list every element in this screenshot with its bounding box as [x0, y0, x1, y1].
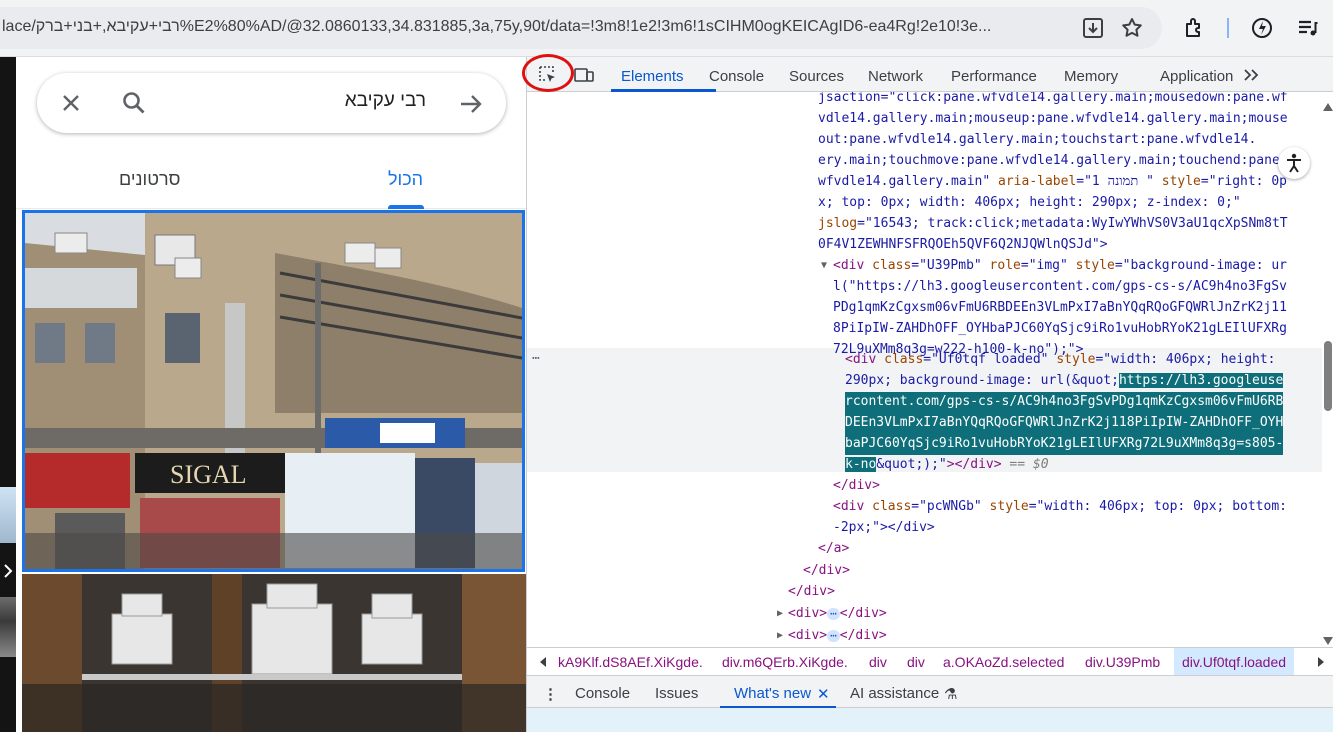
code-line: x; top: 0px; width: 406px; height: 290px… [818, 195, 1241, 210]
selected-code-line[interactable]: baPJC60YqSjc9iRo1vuHobRYoK21gLEIlUFXRg72… [845, 434, 1284, 455]
selected-code-line[interactable]: rcontent.com/gps-cs-s/AC9h4no3FgSvPDg1qm… [845, 392, 1284, 413]
chevron-left-icon[interactable] [537, 655, 549, 669]
tab-videos[interactable]: סרטונים [119, 169, 180, 190]
browser-toolbar: lace/רבי+עקיבא,+בני+ברק%E2%80%AD/@32.086… [0, 0, 1333, 57]
elements-tree[interactable]: ⋯ jsaction="click:pane.wfvdle14.gallery.… [527, 92, 1322, 647]
address-bar[interactable]: lace/רבי+עקיבא,+בני+ברק%E2%80%AD/@32.086… [0, 7, 1162, 49]
photo-thumbnail[interactable] [0, 597, 16, 657]
drawer-menu-icon[interactable]: ⋮ [543, 685, 558, 703]
chevron-right-icon[interactable] [1315, 655, 1327, 669]
tab-performance[interactable]: Performance [951, 68, 1037, 85]
gallery-photo[interactable] [22, 574, 526, 732]
code-line: jslog="16543; track:click;metadata:WyIwY… [818, 216, 1288, 231]
map-canvas-edge [0, 57, 16, 732]
drawer-tab-console[interactable]: Console [575, 685, 630, 702]
breadcrumb-item[interactable]: kA9Klf.dS8AEf.XiKgde. [558, 654, 703, 670]
chevron-right-icon[interactable] [2, 561, 14, 581]
drawer-tab-ai-assistance[interactable]: AI assistance [850, 685, 939, 702]
drawer-content [527, 708, 1333, 732]
devtools-panel: Elements Console Sources Network Perform… [522, 54, 1333, 732]
close-icon[interactable] [59, 91, 83, 115]
code-line: 0F4V1ZEWHNFSFRQOEh5QVF6Q2NJQWlnQSJd"> [818, 237, 1108, 252]
search-icon[interactable] [121, 90, 147, 116]
bookmark-star-icon[interactable] [1120, 16, 1144, 40]
svg-text:SIGAL: SIGAL [170, 460, 247, 489]
tab-application[interactable]: Application [1160, 68, 1233, 85]
tab-network[interactable]: Network [868, 68, 923, 85]
photo-tabs: הכול סרטונים [16, 149, 526, 209]
tab-sources[interactable]: Sources [789, 68, 844, 85]
code-line: <div class="pcWNGb" style="width: 406px;… [833, 499, 1287, 514]
device-toolbar-icon[interactable] [573, 64, 595, 86]
collapsed-children-icon[interactable]: ⋯ [827, 607, 840, 620]
code-line: wfvdle14.gallery.main" aria-label="1 תמו… [818, 174, 1287, 189]
more-tabs-icon[interactable] [1241, 64, 1263, 86]
url-text[interactable]: lace/רבי+עקיבא,+בני+ברק%E2%80%AD/@32.086… [2, 18, 1068, 36]
annotation-circle [522, 54, 574, 92]
code-line: -2px;"></div> [833, 520, 935, 535]
code-line: out:pane.wfvdle14.gallery.main;touchstar… [818, 132, 1257, 147]
breadcrumb-item[interactable]: div.U39Pmb [1085, 654, 1160, 670]
scroll-down-icon[interactable] [1323, 630, 1333, 645]
tab-console[interactable]: Console [709, 68, 764, 85]
code-line: </a> [818, 541, 850, 556]
code-line: </div> [803, 563, 850, 578]
breadcrumb-item[interactable]: a.OKAoZd.selected [943, 654, 1064, 670]
breadcrumb-item[interactable]: div [907, 654, 925, 670]
code-line: vdle14.gallery.main;mouseup:pane.wfvdle1… [818, 111, 1288, 126]
code-line[interactable]: <div> ⋯ </div> [788, 626, 887, 647]
expand-triangle-icon[interactable]: ▶ [777, 604, 783, 625]
toolbar-separator [1227, 18, 1229, 38]
expand-triangle-icon[interactable]: ▶ [777, 626, 783, 647]
gallery-photo-selected[interactable]: SIGAL [22, 210, 525, 572]
breadcrumb-item[interactable]: div [869, 654, 887, 670]
selected-code-line[interactable]: k-no&quot;);"></div> == $0 [845, 455, 1049, 476]
directions-arrow-icon[interactable] [458, 91, 484, 117]
extensions-icon[interactable] [1183, 16, 1207, 40]
collapsed-children-icon[interactable]: ⋯ [827, 629, 840, 642]
drawer-tab-whats-new[interactable]: What's new [734, 685, 811, 702]
breadcrumb-item[interactable]: div.m6QErb.XiKgde. [722, 654, 848, 670]
code-line: l("https://lh3.googleusercontent.com/gps… [833, 279, 1287, 294]
map-thumbnail[interactable] [0, 487, 16, 543]
code-line: ery.main;touchmove:pane.wfvdle14.gallery… [818, 153, 1288, 168]
selected-code-line[interactable]: <div class="Uf0tqf loaded" style="width:… [845, 350, 1276, 371]
breadcrumb-item-selected[interactable]: div.Uf0tqf.loaded [1174, 648, 1295, 675]
drawer-tab-issues[interactable]: Issues [655, 685, 698, 702]
accessibility-icon[interactable] [1278, 147, 1310, 179]
download-icon[interactable] [1081, 16, 1105, 40]
collapse-triangle-icon[interactable]: ▼ [821, 256, 827, 277]
search-box[interactable]: רבי עקיבא [37, 73, 506, 133]
breadcrumb: kA9Klf.dS8AEf.XiKgde. div.m6QErb.XiKgde.… [527, 647, 1333, 675]
search-query-text[interactable]: רבי עקיבא [345, 90, 426, 112]
performance-icon[interactable] [1250, 16, 1274, 40]
scrollbar-thumb[interactable] [1324, 341, 1332, 411]
selected-code-line[interactable]: DEEn3VLmPxI7aBnYQqRQoGFQWRlJnZrK2j118PiI… [845, 413, 1284, 434]
maps-side-panel: רבי עקיבא הכול סרטונים SIGAL [16, 57, 526, 732]
code-line: PDg1qmKzCgxsm06vFmU6RBDEEn3VLmPxI7aBnYQq… [833, 300, 1287, 315]
tab-all[interactable]: הכול [388, 169, 423, 190]
close-icon[interactable]: ✕ [817, 685, 830, 703]
tab-elements[interactable]: Elements [621, 68, 684, 85]
code-line: </div> [833, 478, 880, 493]
code-line: 8PiIpIW-ZAHDhOFF_OYHbaPJC60YqSjc9iRo1vuH… [833, 321, 1287, 336]
code-line: jsaction="click:pane.wfvdle14.gallery.ma… [818, 92, 1288, 105]
code-line: <div class="U39Pmb" role="img" style="ba… [833, 258, 1287, 273]
elements-scrollbar[interactable] [1322, 92, 1333, 647]
tab-memory[interactable]: Memory [1064, 68, 1118, 85]
media-queue-icon[interactable] [1296, 16, 1320, 40]
selected-code-line[interactable]: 290px; background-image: url(&quot;https… [845, 371, 1284, 392]
screen: lace/רבי+עקיבא,+בני+ברק%E2%80%AD/@32.086… [0, 0, 1333, 732]
devtools-tab-bar: Elements Console Sources Network Perform… [522, 54, 1333, 92]
active-tab-indicator [388, 205, 424, 209]
experiment-flask-icon: ⚗ [944, 686, 958, 703]
code-line: </div> [788, 584, 835, 599]
code-line[interactable]: <div> ⋯ </div> [788, 604, 887, 625]
scroll-up-icon[interactable] [1323, 96, 1333, 111]
devtools-drawer-tabs: ⋮ Console Issues What's new ✕ AI assista… [527, 675, 1333, 709]
node-actions-ellipsis[interactable]: ⋯ [532, 349, 540, 370]
